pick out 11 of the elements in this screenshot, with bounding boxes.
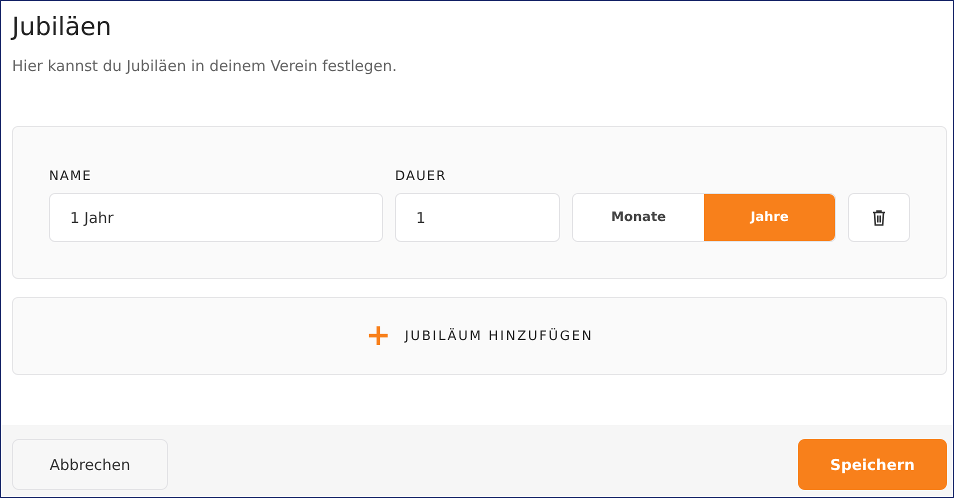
page-title: Jubiläen — [12, 11, 113, 43]
trash-icon — [873, 210, 886, 226]
name-field[interactable]: 1 Jahr — [49, 193, 383, 242]
add-anniversary-button[interactable]: + JUBILÄUM HINZUFÜGEN — [12, 297, 947, 375]
field-label: DAUER — [395, 169, 448, 184]
delete-button[interactable] — [848, 193, 910, 242]
cancel-button[interactable]: Abbrechen — [12, 439, 168, 490]
page-description: Hier kannst du Jubiläen in deinem Verein festlegen. — [12, 57, 398, 75]
duration-field[interactable]: 1 — [395, 193, 560, 242]
plus-icon: + — [366, 321, 391, 351]
field-label: NAME — [49, 169, 93, 184]
